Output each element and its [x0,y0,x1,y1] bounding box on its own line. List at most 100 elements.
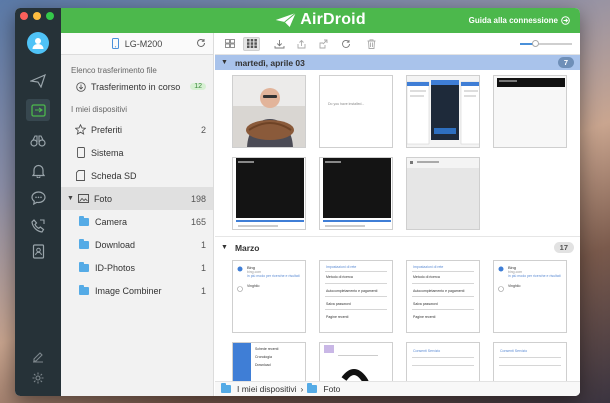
thumb-text-salva: Salva password [413,302,438,306]
download-circle-icon [75,81,86,92]
folder-label: ID-Photos [95,262,136,273]
thumb-text-pagine: Pagine recenti [413,315,436,319]
breadcrumb: I miei dispositivi › Foto [215,381,580,396]
radio-icons [498,266,504,292]
sidebar-item-favorites[interactable]: Preferiti 2 [61,118,213,141]
settings-gear-icon[interactable] [28,368,48,388]
thumb-text-pagine: Pagine recenti [326,315,349,319]
contacts-icon[interactable] [28,241,48,261]
airdroid-logo: AirDroid [275,11,366,29]
group-header-april[interactable]: ▼ martedì, aprile 03 7 [215,55,580,70]
device-panel: LG-M200 Elenco trasferimento file Trasfe… [61,33,214,396]
photo-thumbnail[interactable] [406,157,480,230]
photo-thumbnail[interactable]: Schede recenti Cronologia Download [232,342,306,381]
phone-outline-icon [75,147,86,158]
large-grid-view-button[interactable] [221,37,238,51]
folder-icon [79,284,89,295]
bell-icon[interactable] [28,161,48,181]
breadcrumb-root[interactable]: I miei dispositivi [237,384,297,394]
screenshot-photo [320,158,392,229]
nav-rail [15,8,61,396]
sidebar-item-photos[interactable]: ▼ Foto 198 [61,187,213,210]
download-button[interactable] [271,37,288,51]
breadcrumb-separator: › [300,384,304,394]
group-title: Marzo [234,242,260,253]
folder-icon [221,383,231,393]
breadcrumb-current[interactable]: Foto [323,384,340,394]
folder-label: Download [95,239,136,250]
collapse-triangle-icon[interactable]: ▼ [221,244,228,251]
app-title: AirDroid [300,11,366,28]
devices-section-title: I miei dispositivi [71,105,128,114]
airdroid-window: AirDroid Guida alla connessione LG-M200 … [15,8,580,396]
sidebar-item-system[interactable]: Sistema [61,141,213,164]
folder-icon [79,215,89,226]
photos-label: Foto [93,193,112,204]
group-title: martedì, aprile 03 [234,57,305,68]
user-avatar[interactable] [27,32,49,54]
photo-thumbnail[interactable]: Impostazioni di rete Metodo di ricerca A… [406,260,480,333]
expand-triangle-icon[interactable]: ▼ [67,195,74,202]
folder-camera[interactable]: Camera 165 [61,210,213,233]
thumb-text-cronologia: Cronologia [255,355,272,359]
folder-count: 165 [190,216,206,227]
photo-thumbnail[interactable] [493,75,567,148]
share-button[interactable] [315,37,332,51]
group-header-march[interactable]: ▼ Marzo 17 [215,240,580,255]
folder-id-photos[interactable]: ID-Photos 1 [61,256,213,279]
star-icon [75,124,86,135]
folder-count: 1 [200,285,206,296]
photo-thumbnail[interactable] [319,157,393,230]
thumb-text-consenti: Consenti Servizio [500,349,528,353]
photo-thumbnail[interactable]: Impostazioni di rete Metodo di ricerca A… [319,260,393,333]
photo-thumbnail[interactable]: Do you have installed... [319,75,393,148]
thumb-text-vinghilo: Vinghilo [508,284,521,288]
phone-call-icon[interactable] [28,216,48,236]
photo-thumbnail[interactable]: Consenti Servizio [406,342,480,381]
favorites-count: 2 [200,124,206,135]
delete-button[interactable] [363,37,380,51]
thumb-text-metodo: Metodo di ricerca [413,275,440,279]
photo-thumbnail[interactable] [319,342,393,381]
edit-icon[interactable] [28,347,48,367]
folder-label: Camera [95,216,128,227]
close-window-button[interactable] [20,12,28,20]
small-grid-view-button[interactable] [243,36,260,51]
folder-image-combiner[interactable]: Image Combiner 1 [61,279,213,302]
group-count: 17 [553,242,574,253]
photo-thumbnail[interactable] [232,157,306,230]
reload-button[interactable] [337,37,354,51]
collapse-triangle-icon[interactable]: ▼ [221,59,228,66]
system-label: Sistema [91,147,124,158]
logo-sketch-photo [320,343,392,381]
grid-large-icon [224,39,235,48]
export-button[interactable] [293,37,310,51]
thumbnail-size-slider[interactable] [520,40,572,47]
binoculars-icon[interactable] [28,131,48,151]
thumb-text-bing-sub: in più modo per ricerche e risultati [247,274,300,278]
photo-thumbnail[interactable]: Consenti Servizio [493,342,567,381]
folder-icon [79,238,89,249]
photo-thumbnail[interactable]: Bing bing.com in più modo per ricerche e… [493,260,567,333]
transfer-count-badge: 12 [190,83,206,90]
slider-knob[interactable] [532,40,539,47]
sidebar-item-sd-card[interactable]: Scheda SD [61,164,213,187]
message-icon[interactable] [28,188,48,208]
trash-icon [367,38,376,49]
minimize-window-button[interactable] [33,12,41,20]
thumb-caption: Do you have installed... [328,102,365,106]
sidebar-item-transfer[interactable]: Trasferimento in corso 12 [61,75,213,98]
photo-thumbnail[interactable] [406,75,480,148]
toolbar [215,33,580,55]
radio-icons [237,266,243,292]
send-icon[interactable] [28,71,48,91]
files-icon[interactable] [26,99,50,121]
connection-guide-link[interactable]: Guida alla connessione [469,16,570,25]
thumb-text-salva: Salva password [326,302,351,306]
folder-download[interactable]: Download 1 [61,233,213,256]
refresh-icon[interactable] [196,38,206,48]
header-bar: AirDroid Guida alla connessione [61,8,580,33]
photo-thumbnail[interactable] [232,75,306,148]
photo-thumbnail[interactable]: Bing bing.com in più modo per ricerche e… [232,260,306,333]
zoom-window-button[interactable] [46,12,54,20]
